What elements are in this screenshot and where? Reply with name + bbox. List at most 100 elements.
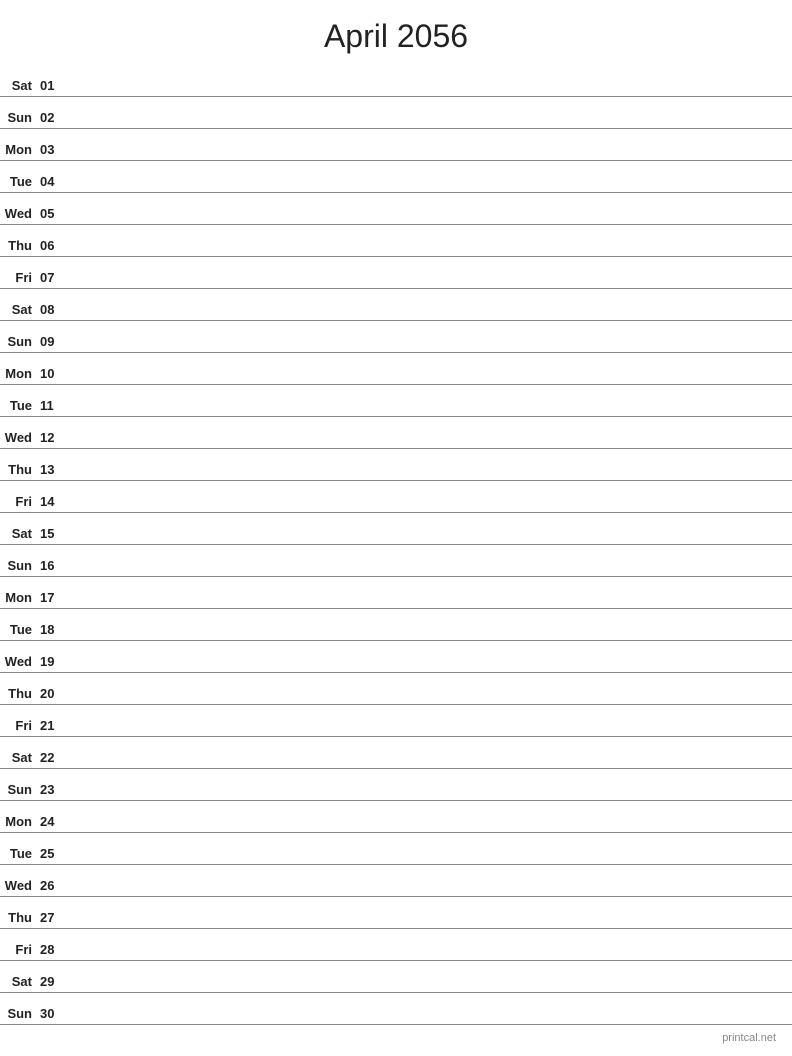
day-of-week-label: Sun bbox=[0, 1006, 38, 1021]
day-entry-line bbox=[68, 348, 792, 349]
day-number: 21 bbox=[38, 718, 68, 733]
day-entry-line bbox=[68, 796, 792, 797]
day-entry-line bbox=[68, 860, 792, 861]
table-row: Mon03 bbox=[0, 129, 792, 161]
day-of-week-label: Sun bbox=[0, 558, 38, 573]
day-number: 08 bbox=[38, 302, 68, 317]
table-row: Thu27 bbox=[0, 897, 792, 929]
day-number: 06 bbox=[38, 238, 68, 253]
day-number: 09 bbox=[38, 334, 68, 349]
day-number: 28 bbox=[38, 942, 68, 957]
table-row: Sat08 bbox=[0, 289, 792, 321]
table-row: Sun30 bbox=[0, 993, 792, 1025]
day-entry-line bbox=[68, 988, 792, 989]
day-entry-line bbox=[68, 252, 792, 253]
day-number: 11 bbox=[38, 398, 68, 413]
day-number: 23 bbox=[38, 782, 68, 797]
day-entry-line bbox=[68, 700, 792, 701]
day-number: 14 bbox=[38, 494, 68, 509]
day-entry-line bbox=[68, 668, 792, 669]
table-row: Fri14 bbox=[0, 481, 792, 513]
day-entry-line bbox=[68, 540, 792, 541]
day-of-week-label: Sun bbox=[0, 334, 38, 349]
day-entry-line bbox=[68, 156, 792, 157]
table-row: Sun02 bbox=[0, 97, 792, 129]
day-of-week-label: Wed bbox=[0, 206, 38, 221]
day-of-week-label: Thu bbox=[0, 238, 38, 253]
page-title: April 2056 bbox=[0, 0, 792, 65]
table-row: Wed12 bbox=[0, 417, 792, 449]
day-entry-line bbox=[68, 124, 792, 125]
day-number: 13 bbox=[38, 462, 68, 477]
table-row: Fri21 bbox=[0, 705, 792, 737]
day-entry-line bbox=[68, 476, 792, 477]
day-entry-line bbox=[68, 636, 792, 637]
table-row: Sun23 bbox=[0, 769, 792, 801]
day-number: 18 bbox=[38, 622, 68, 637]
table-row: Tue04 bbox=[0, 161, 792, 193]
day-of-week-label: Fri bbox=[0, 270, 38, 285]
day-of-week-label: Sat bbox=[0, 974, 38, 989]
day-entry-line bbox=[68, 892, 792, 893]
day-of-week-label: Mon bbox=[0, 590, 38, 605]
table-row: Sat01 bbox=[0, 65, 792, 97]
day-of-week-label: Tue bbox=[0, 846, 38, 861]
day-number: 16 bbox=[38, 558, 68, 573]
day-number: 05 bbox=[38, 206, 68, 221]
day-of-week-label: Sun bbox=[0, 782, 38, 797]
day-entry-line bbox=[68, 380, 792, 381]
day-entry-line bbox=[68, 604, 792, 605]
day-of-week-label: Mon bbox=[0, 366, 38, 381]
day-of-week-label: Wed bbox=[0, 654, 38, 669]
day-entry-line bbox=[68, 188, 792, 189]
day-entry-line bbox=[68, 956, 792, 957]
footer-brand: printcal.net bbox=[722, 1032, 776, 1044]
day-number: 20 bbox=[38, 686, 68, 701]
day-of-week-label: Wed bbox=[0, 878, 38, 893]
day-entry-line bbox=[68, 92, 792, 93]
day-number: 03 bbox=[38, 142, 68, 157]
day-number: 07 bbox=[38, 270, 68, 285]
day-entry-line bbox=[68, 508, 792, 509]
day-number: 02 bbox=[38, 110, 68, 125]
day-number: 01 bbox=[38, 78, 68, 93]
day-of-week-label: Thu bbox=[0, 462, 38, 477]
day-of-week-label: Fri bbox=[0, 718, 38, 733]
day-number: 27 bbox=[38, 910, 68, 925]
day-entry-line bbox=[68, 444, 792, 445]
table-row: Sat22 bbox=[0, 737, 792, 769]
day-of-week-label: Fri bbox=[0, 942, 38, 957]
day-entry-line bbox=[68, 220, 792, 221]
day-entry-line bbox=[68, 316, 792, 317]
day-of-week-label: Sat bbox=[0, 78, 38, 93]
table-row: Tue18 bbox=[0, 609, 792, 641]
day-number: 25 bbox=[38, 846, 68, 861]
day-entry-line bbox=[68, 572, 792, 573]
day-of-week-label: Thu bbox=[0, 686, 38, 701]
day-number: 04 bbox=[38, 174, 68, 189]
day-number: 10 bbox=[38, 366, 68, 381]
table-row: Fri07 bbox=[0, 257, 792, 289]
day-number: 15 bbox=[38, 526, 68, 541]
day-of-week-label: Tue bbox=[0, 398, 38, 413]
day-of-week-label: Mon bbox=[0, 142, 38, 157]
table-row: Mon10 bbox=[0, 353, 792, 385]
day-entry-line bbox=[68, 924, 792, 925]
day-entry-line bbox=[68, 412, 792, 413]
table-row: Tue11 bbox=[0, 385, 792, 417]
table-row: Mon17 bbox=[0, 577, 792, 609]
day-of-week-label: Tue bbox=[0, 174, 38, 189]
day-of-week-label: Tue bbox=[0, 622, 38, 637]
day-of-week-label: Wed bbox=[0, 430, 38, 445]
table-row: Thu06 bbox=[0, 225, 792, 257]
table-row: Fri28 bbox=[0, 929, 792, 961]
day-of-week-label: Sat bbox=[0, 750, 38, 765]
day-of-week-label: Fri bbox=[0, 494, 38, 509]
table-row: Thu13 bbox=[0, 449, 792, 481]
table-row: Sun09 bbox=[0, 321, 792, 353]
table-row: Wed19 bbox=[0, 641, 792, 673]
day-entry-line bbox=[68, 828, 792, 829]
day-of-week-label: Sun bbox=[0, 110, 38, 125]
calendar-container: Sat01Sun02Mon03Tue04Wed05Thu06Fri07Sat08… bbox=[0, 65, 792, 1025]
day-number: 19 bbox=[38, 654, 68, 669]
